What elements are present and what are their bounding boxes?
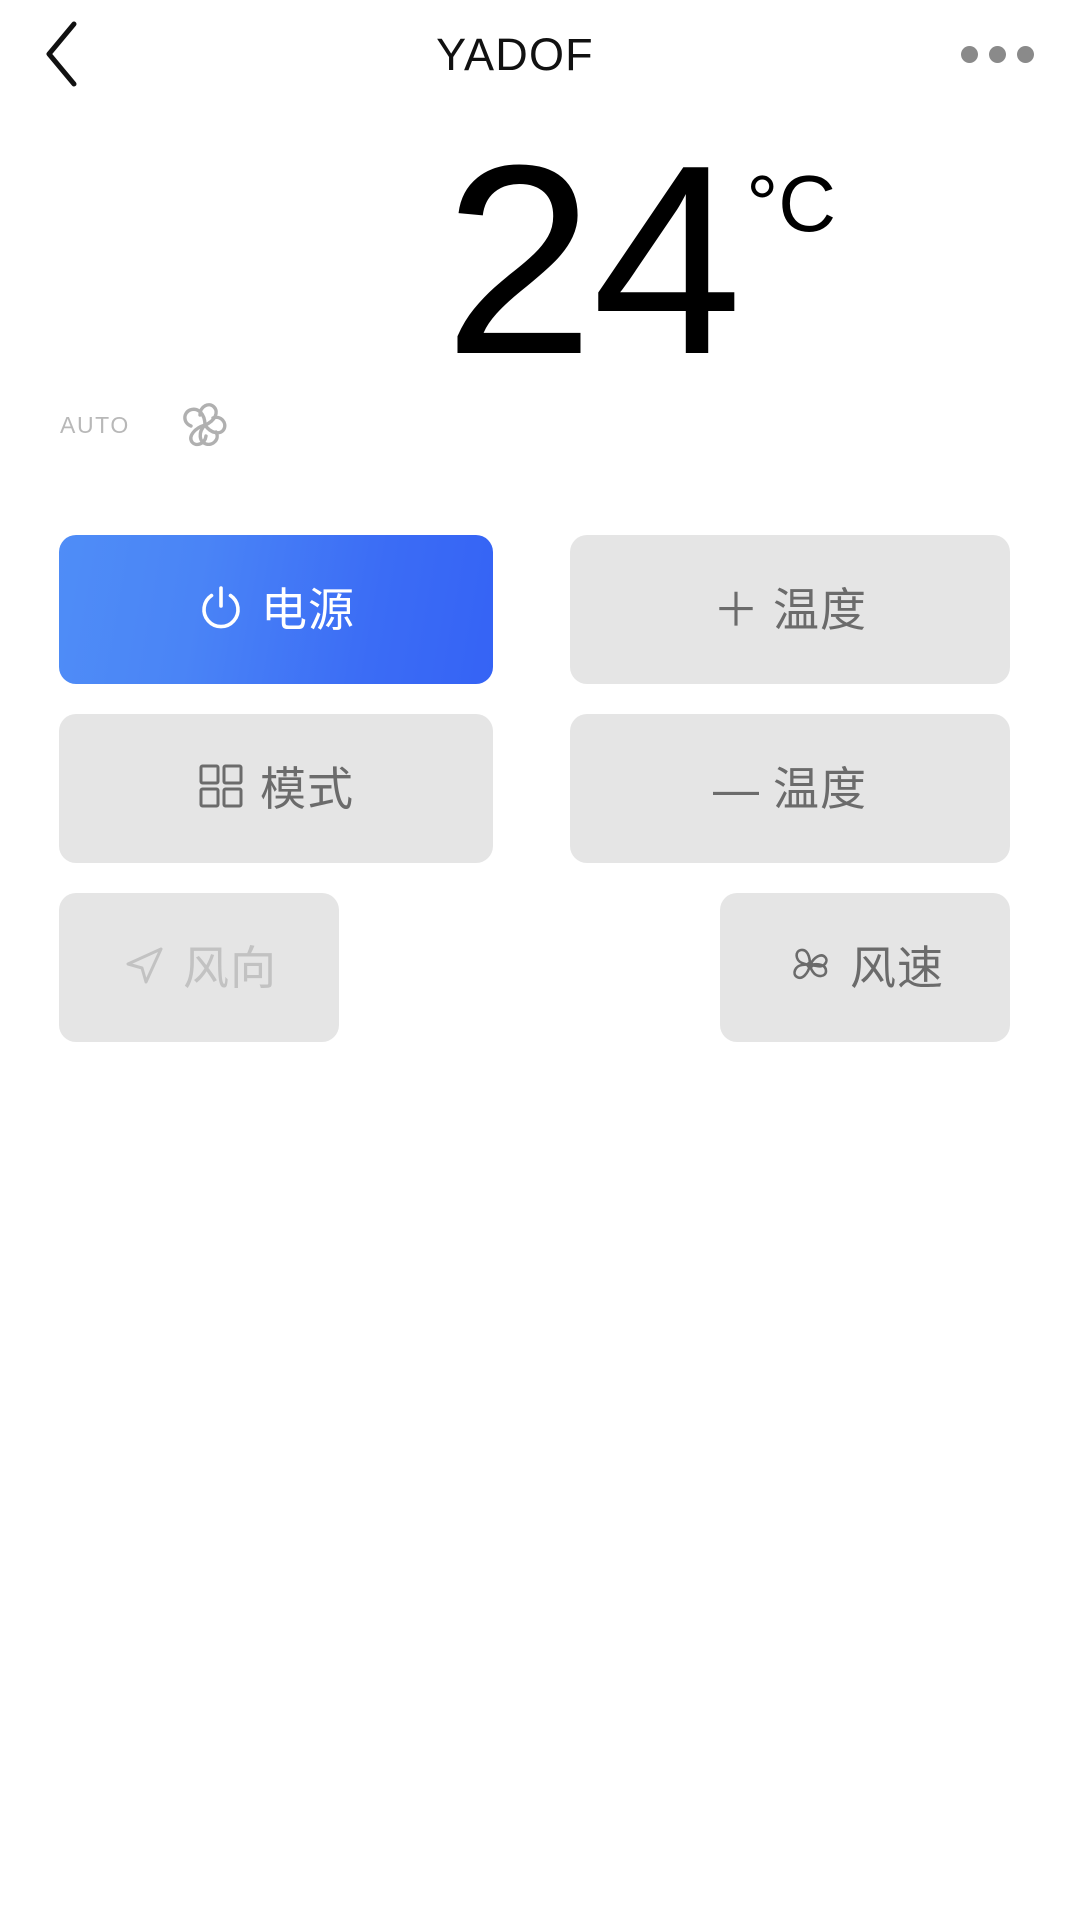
power-button-label: 电源 xyxy=(261,583,355,636)
power-button[interactable]: 电源 xyxy=(59,535,493,684)
temperature-section: 24 °C xyxy=(0,110,1080,411)
temperature-down-button[interactable]: ― 温度 xyxy=(570,714,1010,863)
temperature-up-content: ＋ 温度 xyxy=(713,587,867,633)
temperature-down-label: 温度 xyxy=(773,762,867,815)
control-row-1: 电源 ＋ 温度 xyxy=(0,535,1080,684)
wind-direction-content: 风向 xyxy=(121,942,277,993)
temperature-down-content: ― 温度 xyxy=(713,766,867,812)
control-row-2: 模式 ― 温度 xyxy=(0,714,1080,863)
control-row-3: 风向 风速 xyxy=(0,893,1080,1042)
status-row: AUTO xyxy=(60,398,232,452)
more-dot xyxy=(960,45,978,63)
more-dot xyxy=(1016,45,1034,63)
minus-icon: ― xyxy=(713,762,759,815)
mode-button-content: 模式 xyxy=(198,763,354,814)
plus-icon: ＋ xyxy=(713,583,759,636)
fan-swirl-icon xyxy=(178,398,232,452)
grid-squares-icon xyxy=(198,763,244,814)
fan-blades-icon xyxy=(786,941,834,994)
temperature-display: 24 °C xyxy=(443,110,836,411)
chevron-left-icon xyxy=(40,19,84,89)
fan-speed-content: 风速 xyxy=(786,941,944,994)
page-title: YADOF xyxy=(436,28,594,80)
fan-speed-button[interactable]: 风速 xyxy=(720,893,1010,1042)
mode-button[interactable]: 模式 xyxy=(59,714,493,863)
more-dot xyxy=(988,45,1006,63)
fan-speed-label: 风速 xyxy=(850,941,944,994)
control-button-grid: 电源 ＋ 温度 模式 ― 温度 风向 风速 xyxy=(0,535,1080,1072)
wind-direction-button[interactable]: 风向 xyxy=(59,893,339,1042)
more-horizontal-icon xyxy=(960,45,1034,63)
power-button-content: 电源 xyxy=(197,583,355,636)
temperature-value: 24 xyxy=(443,110,742,411)
mode-button-label: 模式 xyxy=(260,762,354,815)
more-options-button[interactable] xyxy=(940,0,1080,108)
app-header: YADOF xyxy=(0,0,1080,108)
temperature-unit: °C xyxy=(746,159,836,248)
navigation-arrow-icon xyxy=(121,942,167,993)
wind-direction-label: 风向 xyxy=(183,941,277,994)
power-icon xyxy=(197,583,245,636)
temperature-up-button[interactable]: ＋ 温度 xyxy=(570,535,1010,684)
auto-mode-label: AUTO xyxy=(60,411,130,438)
temperature-up-label: 温度 xyxy=(773,583,867,636)
